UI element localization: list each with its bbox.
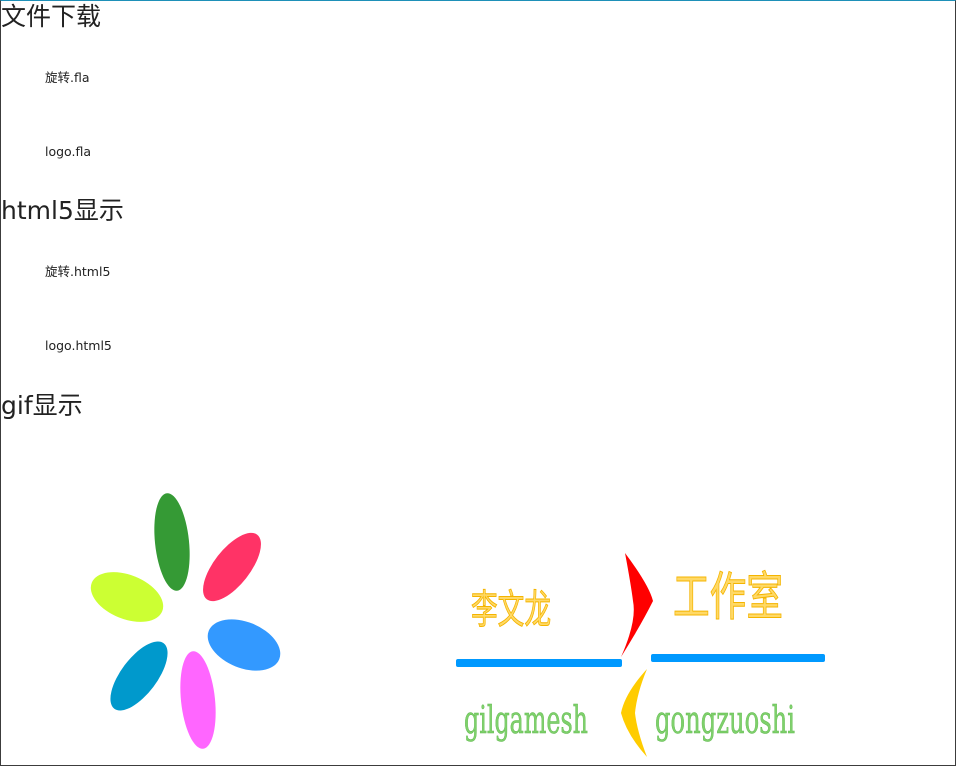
petal-teal: [110, 641, 168, 711]
logo-name-cn: 李文龙: [471, 587, 551, 633]
petal-pink: [180, 651, 216, 749]
section-heading-download: 文件下载: [1, 2, 102, 31]
logo-bar-right: [651, 654, 825, 662]
petal-lime: [90, 572, 164, 622]
logo-name-en: gilgamesh: [464, 698, 588, 742]
petal-green: [154, 493, 190, 591]
studio-logo-icon: 李文龙 工作室 gilgamesh gongzuoshi: [456, 553, 825, 757]
page: 文件下载 旋转.fla logo.fla html5显示 旋转.html5 lo…: [0, 0, 956, 766]
logo-gif-image: 李文龙 工作室 gilgamesh gongzuoshi: [456, 553, 825, 757]
html5-link-spin[interactable]: 旋转.html5: [45, 264, 110, 280]
section-heading-gif: gif显示: [1, 391, 83, 420]
petal-red: [203, 532, 261, 602]
flower-petals-icon: [90, 493, 281, 749]
logo-arrow-right: [621, 553, 653, 657]
petal-blue: [207, 619, 281, 671]
section-heading-html5: html5显示: [1, 196, 124, 225]
logo-studio-cn: 工作室: [673, 568, 783, 628]
logo-bar-left: [456, 659, 622, 667]
download-link-logo-fla[interactable]: logo.fla: [45, 144, 91, 160]
logo-arrow-left: [621, 669, 647, 757]
spin-gif-image: [90, 493, 281, 749]
download-link-spin-fla[interactable]: 旋转.fla: [45, 70, 90, 86]
logo-studio-en: gongzuoshi: [655, 698, 795, 742]
html5-link-logo[interactable]: logo.html5: [45, 338, 112, 354]
